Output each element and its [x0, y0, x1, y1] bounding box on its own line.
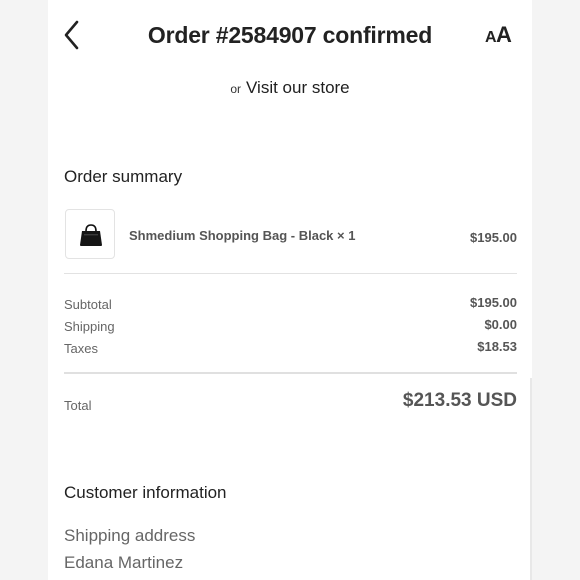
shipping-address-label: Shipping address: [64, 526, 196, 545]
text-size-button[interactable]: A A: [484, 24, 516, 50]
black-bag-icon: [80, 224, 102, 246]
total-value: $213.53 USD: [402, 390, 517, 411]
page: Order #2584907 confirmed A A or Visit our…: [0, 0, 580, 580]
product-thumbnail: [65, 209, 115, 259]
order-line-item: Shmedium Shopping Bag - Black × 1 $195.0…: [65, 209, 517, 261]
taxes-label: Taxes: [64, 341, 98, 356]
top-bar: Order #2584907 confirmed A A: [0, 0, 580, 72]
taxes-row: Taxes $18.53: [64, 339, 517, 357]
visit-store-link[interactable]: Visit our store: [246, 78, 350, 97]
product-name: Shmedium Shopping Bag - Black × 1: [129, 228, 356, 243]
subtotal-value: $195.00: [470, 295, 517, 310]
divider: [64, 273, 517, 274]
customer-name: Edana Martinez: [64, 553, 184, 572]
total-row: Total $213.53 USD: [64, 390, 517, 418]
back-button[interactable]: [58, 18, 88, 52]
customer-information-heading: Customer information: [64, 483, 227, 502]
scroll-edge: [530, 378, 532, 580]
subtotal-label: Subtotal: [64, 297, 112, 312]
product-price: $195.00: [470, 230, 517, 245]
divider: [64, 372, 517, 374]
shipping-label: Shipping: [64, 319, 115, 334]
shipping-value: $0.00: [484, 317, 517, 332]
shipping-row: Shipping $0.00: [64, 317, 517, 335]
store-link-line: or Visit our store: [0, 78, 580, 98]
page-title: Order #2584907 confirmed: [147, 22, 433, 48]
taxes-value: $18.53: [477, 339, 517, 354]
total-label: Total: [64, 398, 92, 413]
text-size-icon-small-glyph: A: [485, 29, 497, 46]
store-link-prefix: or: [230, 82, 242, 96]
subtotal-row: Subtotal $195.00: [64, 295, 517, 313]
order-summary-heading: Order summary: [64, 167, 183, 186]
text-size-icon-big-glyph: A: [496, 22, 512, 47]
chevron-left-icon: [64, 20, 79, 50]
